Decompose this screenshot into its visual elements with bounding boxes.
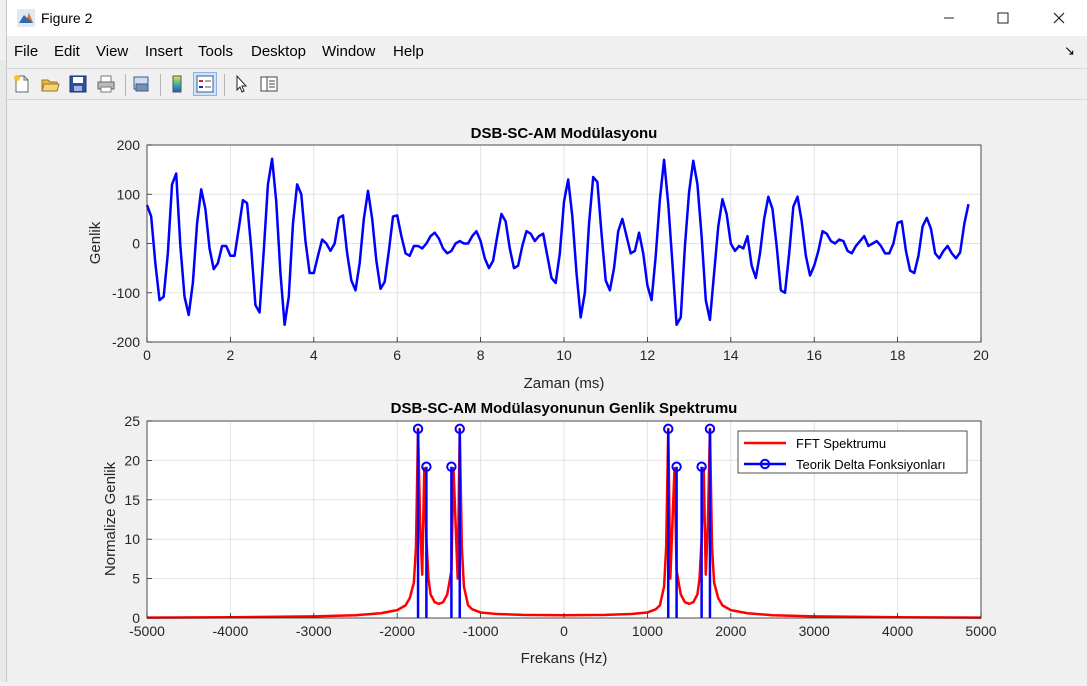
toolbar-separator	[125, 74, 126, 96]
x-tick-label: 6	[393, 347, 401, 363]
minimize-icon	[944, 17, 954, 19]
menu-view[interactable]: View	[96, 43, 128, 60]
close-button[interactable]	[1031, 0, 1087, 36]
y-tick-label: 15	[124, 492, 140, 508]
menu-window[interactable]: Window	[322, 43, 375, 60]
y-tick-label: 20	[124, 452, 140, 468]
x-tick-label: 2	[227, 347, 235, 363]
pointer-icon	[236, 74, 248, 93]
window-title: Figure 2	[41, 10, 93, 26]
property-inspector-button[interactable]	[257, 72, 281, 96]
maximize-button[interactable]	[975, 0, 1031, 36]
close-icon	[1053, 12, 1065, 24]
menu-desktop[interactable]: Desktop	[251, 43, 306, 60]
menu-bar: File Edit View Insert Tools Desktop Wind…	[7, 40, 1087, 64]
legend[interactable]: FFT Spektrumu Teorik Delta Fonksiyonları	[737, 430, 968, 474]
save-button[interactable]	[66, 72, 90, 96]
y-tick-label: -100	[112, 285, 140, 301]
y-tick-label: 200	[117, 137, 141, 153]
legend-icon	[196, 75, 214, 93]
x-tick-label: -3000	[296, 623, 332, 639]
menu-file[interactable]: File	[14, 43, 38, 60]
x-axis-label: Frekans (Hz)	[521, 650, 608, 667]
x-tick-label: 0	[143, 347, 151, 363]
y-tick-label: 5	[132, 571, 140, 587]
chart-title: DSB-SC-AM Modülasyonunun Genlik Spektrum…	[391, 400, 738, 417]
menu-insert[interactable]: Insert	[145, 43, 183, 60]
x-tick-label: 3000	[799, 623, 830, 639]
chart-title: DSB-SC-AM Modülasyonu	[471, 125, 658, 142]
y-tick-label: 10	[124, 531, 140, 547]
figure-toolbar	[7, 68, 1087, 100]
x-tick-label: 5000	[965, 623, 996, 639]
y-axis-label: Genlik	[87, 221, 104, 264]
menu-tools[interactable]: Tools	[198, 43, 233, 60]
maximize-icon	[997, 12, 1009, 24]
x-tick-label: 1000	[632, 623, 663, 639]
x-tick-label: 4	[310, 347, 318, 363]
x-tick-label: -1000	[463, 623, 499, 639]
legend-button[interactable]	[193, 72, 217, 96]
colorbar-button[interactable]	[165, 72, 189, 96]
minimize-button[interactable]	[921, 0, 977, 36]
figure-canvas: 0 2 4 6 8 10 12 14 16 18 20 200 100 0 -100 -200 DSB-SC-…	[7, 101, 1087, 682]
legend-label-delta: Teorik Delta Fonksiyonları	[796, 457, 946, 472]
legend-label-fft: FFT Spektrumu	[796, 436, 886, 451]
y-tick-label: 25	[124, 413, 140, 429]
y-tick-label: 0	[132, 236, 140, 252]
x-tick-label: 4000	[882, 623, 913, 639]
figure-window: Figure 2 File Edit View Insert Tools Des…	[6, 0, 1087, 682]
property-inspector-icon	[260, 76, 278, 92]
x-tick-label: 0	[560, 623, 568, 639]
menu-help[interactable]: Help	[393, 43, 424, 60]
y-tick-label: 0	[132, 610, 140, 626]
dock-arrow-icon[interactable]: ↘	[1064, 44, 1075, 59]
x-tick-label: 20	[973, 347, 989, 363]
print-preview-icon	[133, 76, 149, 92]
new-figure-icon	[14, 75, 29, 93]
x-tick-label: 18	[890, 347, 906, 363]
new-figure-button[interactable]	[10, 72, 34, 96]
y-tick-label: 100	[117, 186, 141, 202]
x-axis-label: Zaman (ms)	[524, 375, 605, 392]
x-tick-label: -2000	[379, 623, 415, 639]
x-tick-label: 8	[477, 347, 485, 363]
time-domain-axes[interactable]: 0 2 4 6 8 10 12 14 16 18 20 200 100 0 -100 -200 DSB-SC-…	[87, 125, 989, 392]
y-axis-label: Normalize Genlik	[102, 461, 119, 576]
matlab-icon	[17, 9, 35, 27]
toolbar-separator	[224, 74, 225, 96]
x-tick-label: 12	[640, 347, 656, 363]
colorbar-icon	[172, 75, 182, 93]
x-tick-label: -4000	[212, 623, 248, 639]
x-tick-label: 14	[723, 347, 739, 363]
title-bar: Figure 2	[7, 0, 1087, 36]
edit-plot-button[interactable]	[229, 72, 253, 96]
print-button[interactable]	[94, 72, 118, 96]
x-tick-label: 10	[556, 347, 572, 363]
save-icon	[69, 75, 87, 93]
figure-svg: 0 2 4 6 8 10 12 14 16 18 202001000-100-200 DSB-SC-…	[87, 125, 997, 667]
open-file-icon	[41, 79, 60, 92]
spectrum-axes[interactable]: -5000 -4000 -3000 -2000 -1000 0 1000 2000 3000 40…	[102, 400, 997, 667]
x-tick-label: 16	[806, 347, 822, 363]
print-icon	[97, 75, 115, 93]
toolbar-separator	[160, 74, 161, 96]
x-tick-label: 2000	[715, 623, 746, 639]
y-tick-label: -200	[112, 334, 140, 350]
open-file-button[interactable]	[38, 72, 62, 96]
menu-edit[interactable]: Edit	[54, 43, 80, 60]
print-preview-button[interactable]	[129, 72, 153, 96]
